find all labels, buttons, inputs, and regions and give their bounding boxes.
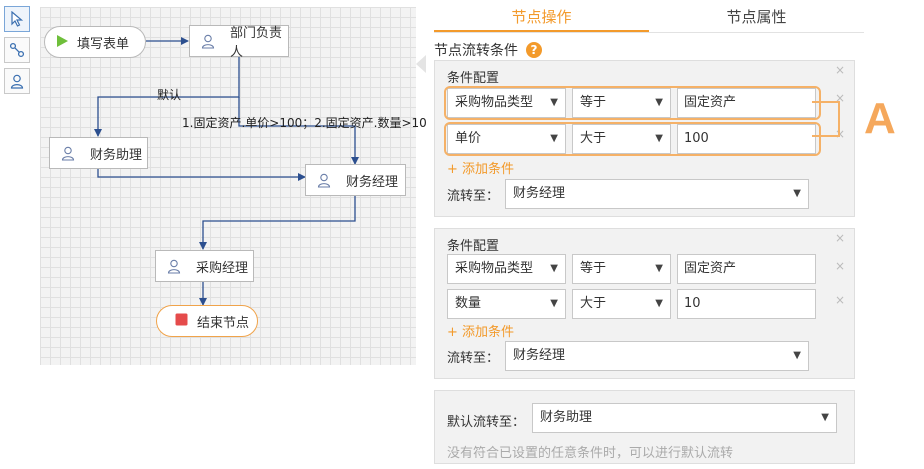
- node-finance-assistant-label: 财务助理: [90, 147, 143, 163]
- stop-icon: [175, 313, 191, 329]
- condition-field-select[interactable]: 采购物品类型 ▼: [447, 254, 566, 284]
- default-flow-box: 默认流转至： 财务助理 ▼ 没有符合已设置的任意条件时，可以进行默认流转: [434, 390, 855, 464]
- select-value: 财务经理: [513, 186, 566, 201]
- condition-flow-label: 1.固定资产.单价>100；2.固定资产.数量>10: [182, 116, 427, 130]
- annotation-bracket: [820, 101, 840, 137]
- connector-tool[interactable]: [4, 37, 30, 63]
- node-finance-manager[interactable]: 财务经理: [305, 164, 406, 196]
- add-condition-link[interactable]: + 添加条件: [447, 158, 514, 177]
- node-purchase-manager[interactable]: 采购经理: [155, 250, 254, 282]
- caret-down-icon: ▼: [550, 263, 558, 274]
- default-flow-label: 默认: [157, 88, 182, 102]
- section-title-text: 节点流转条件: [434, 43, 518, 59]
- user-icon: [316, 172, 332, 188]
- close-icon[interactable]: ×: [835, 231, 845, 245]
- caret-down-icon: ▼: [793, 350, 801, 361]
- properties-panel: 节点操作 节点属性 节点流转条件 ? 条件配置 × 采购物品类型 ▼ 等于 ▼ …: [428, 0, 924, 469]
- node-end[interactable]: 结束节点: [156, 305, 258, 337]
- node-start-label: 填写表单: [77, 36, 130, 52]
- node-start[interactable]: 填写表单: [44, 26, 146, 58]
- close-icon[interactable]: ×: [835, 293, 845, 307]
- condition-group-title: 条件配置: [447, 71, 500, 86]
- panel-pointer: [416, 55, 426, 73]
- condition-value-input[interactable]: 固定资产: [677, 254, 816, 284]
- connector-icon: [9, 42, 25, 58]
- wire-manager-to-purchase: [199, 196, 356, 250]
- add-condition-link[interactable]: + 添加条件: [447, 321, 514, 340]
- node-end-label: 结束节点: [197, 315, 250, 331]
- condition-operator-select[interactable]: 等于 ▼: [572, 254, 671, 284]
- node-dept-head[interactable]: 部门负责人: [189, 25, 289, 60]
- tool-palette: [4, 6, 32, 99]
- user-icon: [200, 33, 216, 49]
- highlight-outline: [444, 122, 821, 156]
- annotation-letter: A: [864, 94, 896, 143]
- pointer-icon: [11, 11, 24, 27]
- caret-down-icon: ▼: [655, 263, 663, 274]
- condition-group-2: 条件配置 × 采购物品类型 ▼ 等于 ▼ 固定资产 × 数量 ▼ 大于 ▼ 10…: [434, 228, 855, 379]
- caret-down-icon: ▼: [550, 298, 558, 309]
- tab-node-properties[interactable]: 节点属性: [649, 0, 864, 32]
- select-value: 财务助理: [540, 410, 593, 425]
- wire-assistant-to-manager: [97, 169, 306, 181]
- user-icon: [10, 74, 24, 89]
- caret-down-icon: ▼: [793, 188, 801, 199]
- select-value: 采购物品类型: [455, 261, 534, 276]
- default-flow-label: 默认流转至：: [447, 415, 526, 430]
- panel-tabs: 节点操作 节点属性: [434, 0, 864, 33]
- condition-value-input[interactable]: 10: [677, 289, 816, 319]
- select-value: 数量: [455, 296, 482, 311]
- default-flow-note: 没有符合已设置的任意条件时，可以进行默认流转: [447, 446, 734, 461]
- caret-down-icon: ▼: [655, 298, 663, 309]
- default-flow-select[interactable]: 财务助理 ▼: [532, 403, 837, 433]
- close-icon[interactable]: ×: [835, 63, 845, 77]
- node-purchase-manager-label: 采购经理: [196, 260, 249, 276]
- caret-down-icon: ▼: [821, 412, 829, 423]
- condition-group-1: 条件配置 × 采购物品类型 ▼ 等于 ▼ 固定资产 × 单价 ▼ 大于 ▼ 10…: [434, 60, 855, 217]
- select-value: 财务经理: [513, 348, 566, 363]
- select-tool[interactable]: [4, 6, 30, 32]
- tab-node-operations[interactable]: 节点操作: [434, 0, 649, 32]
- node-finance-assistant[interactable]: 财务助理: [49, 137, 148, 169]
- play-icon: [55, 34, 71, 50]
- flow-to-select[interactable]: 财务经理 ▼: [505, 341, 809, 371]
- node-finance-manager-label: 财务经理: [346, 174, 399, 190]
- help-icon[interactable]: ?: [526, 42, 542, 58]
- highlight-outline: [444, 86, 821, 120]
- user-icon: [60, 145, 76, 161]
- select-value: 大于: [580, 296, 607, 311]
- flow-to-label: 流转至：: [447, 351, 500, 366]
- condition-group-title: 条件配置: [447, 239, 500, 254]
- section-title: 节点流转条件 ?: [434, 40, 542, 60]
- node-dept-head-label: 部门负责人: [230, 26, 283, 60]
- flow-to-select[interactable]: 财务经理 ▼: [505, 179, 809, 209]
- user-icon: [166, 258, 182, 274]
- close-icon[interactable]: ×: [835, 259, 845, 273]
- user-node-tool[interactable]: [4, 68, 30, 94]
- condition-operator-select[interactable]: 大于 ▼: [572, 289, 671, 319]
- flow-canvas[interactable]: 填写表单 部门负责人 默认 1.固定资产.单价>100；2.固定资产.数量>10…: [40, 7, 427, 365]
- select-value: 等于: [580, 261, 607, 276]
- flow-to-label: 流转至：: [447, 189, 500, 204]
- condition-field-select[interactable]: 数量 ▼: [447, 289, 566, 319]
